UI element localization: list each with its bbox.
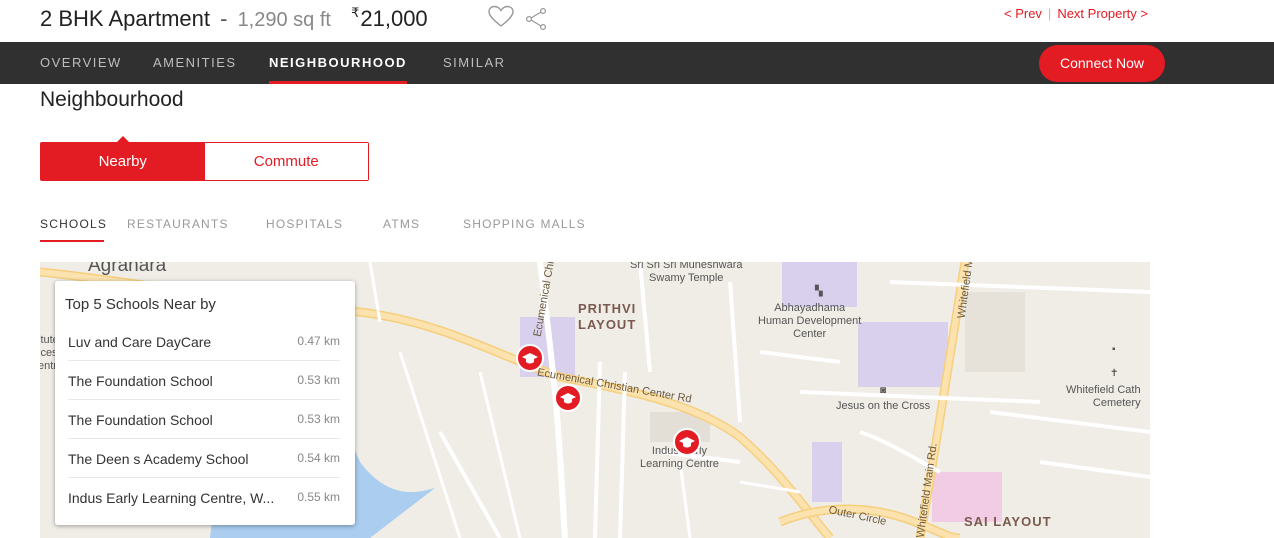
purple-zone-d (812, 442, 842, 502)
active-category-underline (40, 240, 104, 242)
school-distance: 0.55 km (297, 490, 340, 504)
category-tab-hospitals[interactable]: HOSPITALS (266, 217, 343, 231)
map-label-cathedral: Whitefield Cath Cemetery (1066, 384, 1141, 409)
map-label-temple: Sri Sri Sri Muneshwara Swamy Temple (630, 262, 743, 284)
school-distance: 0.54 km (297, 451, 340, 465)
category-tab-atms[interactable]: ATMS (383, 217, 420, 231)
school-distance: 0.53 km (297, 412, 340, 426)
school-name: Luv and Care DayCare (68, 334, 212, 350)
building-icon: ▚ (815, 286, 823, 297)
school-pin-3[interactable] (673, 428, 701, 456)
school-name: Indus Early Learning Centre, W... (68, 490, 275, 506)
school-name: The Deen s Academy School (68, 451, 249, 467)
cemetery-icon: ✝ (1110, 368, 1119, 379)
property-type: 2 BHK Apartment (40, 6, 210, 31)
map-label-sai-layout: SAI LAYOUT (964, 514, 1052, 529)
section-title: Neighbourhood (40, 88, 184, 111)
school-name: The Foundation School (68, 373, 213, 389)
map-label-prithvi-layout: PRITHVI LAYOUT (578, 301, 637, 332)
top-schools-panel: Top 5 Schools Near by Luv and Care DayCa… (55, 281, 355, 525)
purple-zone-c (858, 322, 948, 387)
connect-now-button[interactable]: Connect Now (1039, 45, 1165, 82)
category-tab-shopping-malls[interactable]: SHOPPING MALLS (463, 217, 586, 231)
listing-title: 2 BHK Apartment - 1,290 sq ft ₹21,000 (40, 5, 428, 32)
graduation-cap-icon (560, 393, 576, 404)
rupee-symbol: ₹ (351, 5, 360, 20)
tab-similar[interactable]: SIMILAR (443, 42, 506, 84)
school-row[interactable]: Indus Early Learning Centre, W... 0.55 k… (68, 478, 340, 516)
property-area: 1,290 sq ft (237, 9, 331, 31)
map-label-agrahara: Agrahara (88, 262, 167, 276)
school-row[interactable]: The Foundation School 0.53 km (68, 361, 340, 400)
tab-amenities[interactable]: AMENITIES (153, 42, 237, 84)
school-name: The Foundation School (68, 412, 213, 428)
graduation-cap-icon (522, 353, 538, 364)
nearby-toggle-button[interactable]: Nearby (41, 136, 205, 180)
price-value: 21,000 (360, 6, 428, 31)
map-label-jesus-cross: Jesus on the Cross (836, 400, 931, 412)
map-label-abhayadhama: Abhayadhama Human Development Center (758, 302, 862, 340)
panel-title: Top 5 Schools Near by (65, 296, 216, 313)
title-separator: - (220, 6, 228, 31)
school-distance: 0.53 km (297, 373, 340, 387)
property-price: ₹21,000 (351, 5, 428, 31)
tab-neighbourhood[interactable]: NEIGHBOURHOOD (269, 42, 407, 84)
school-pin-2[interactable] (554, 384, 582, 412)
commute-toggle-button[interactable]: Commute (204, 143, 368, 180)
heart-icon[interactable] (488, 5, 514, 29)
school-distance: 0.47 km (297, 334, 340, 348)
prev-next-divider: | (1047, 6, 1052, 21)
camera-icon: ◙ (880, 385, 887, 396)
category-tab-restaurants[interactable]: RESTAURANTS (127, 217, 229, 231)
purple-zone-b (782, 262, 857, 307)
school-pin-1[interactable] (516, 344, 544, 372)
school-row[interactable]: The Foundation School 0.53 km (68, 400, 340, 439)
listing-header: 2 BHK Apartment - 1,290 sq ft ₹21,000 < … (0, 0, 1274, 42)
school-row[interactable]: Luv and Care DayCare 0.47 km (68, 322, 340, 361)
share-icon[interactable] (524, 7, 548, 31)
next-property-link[interactable]: Next Property > (1057, 6, 1148, 21)
prev-link[interactable]: < Prev (1004, 6, 1042, 21)
tab-overview[interactable]: OVERVIEW (40, 42, 122, 84)
poi-icon: ▪ (1112, 344, 1116, 355)
category-tab-schools[interactable]: SCHOOLS (40, 217, 107, 231)
school-row[interactable]: The Deen s Academy School 0.54 km (68, 439, 340, 478)
graduation-cap-icon (679, 437, 695, 448)
nearby-commute-toggle: Nearby Commute (40, 136, 369, 181)
prev-next-nav: < Prev | Next Property > (1004, 6, 1148, 21)
